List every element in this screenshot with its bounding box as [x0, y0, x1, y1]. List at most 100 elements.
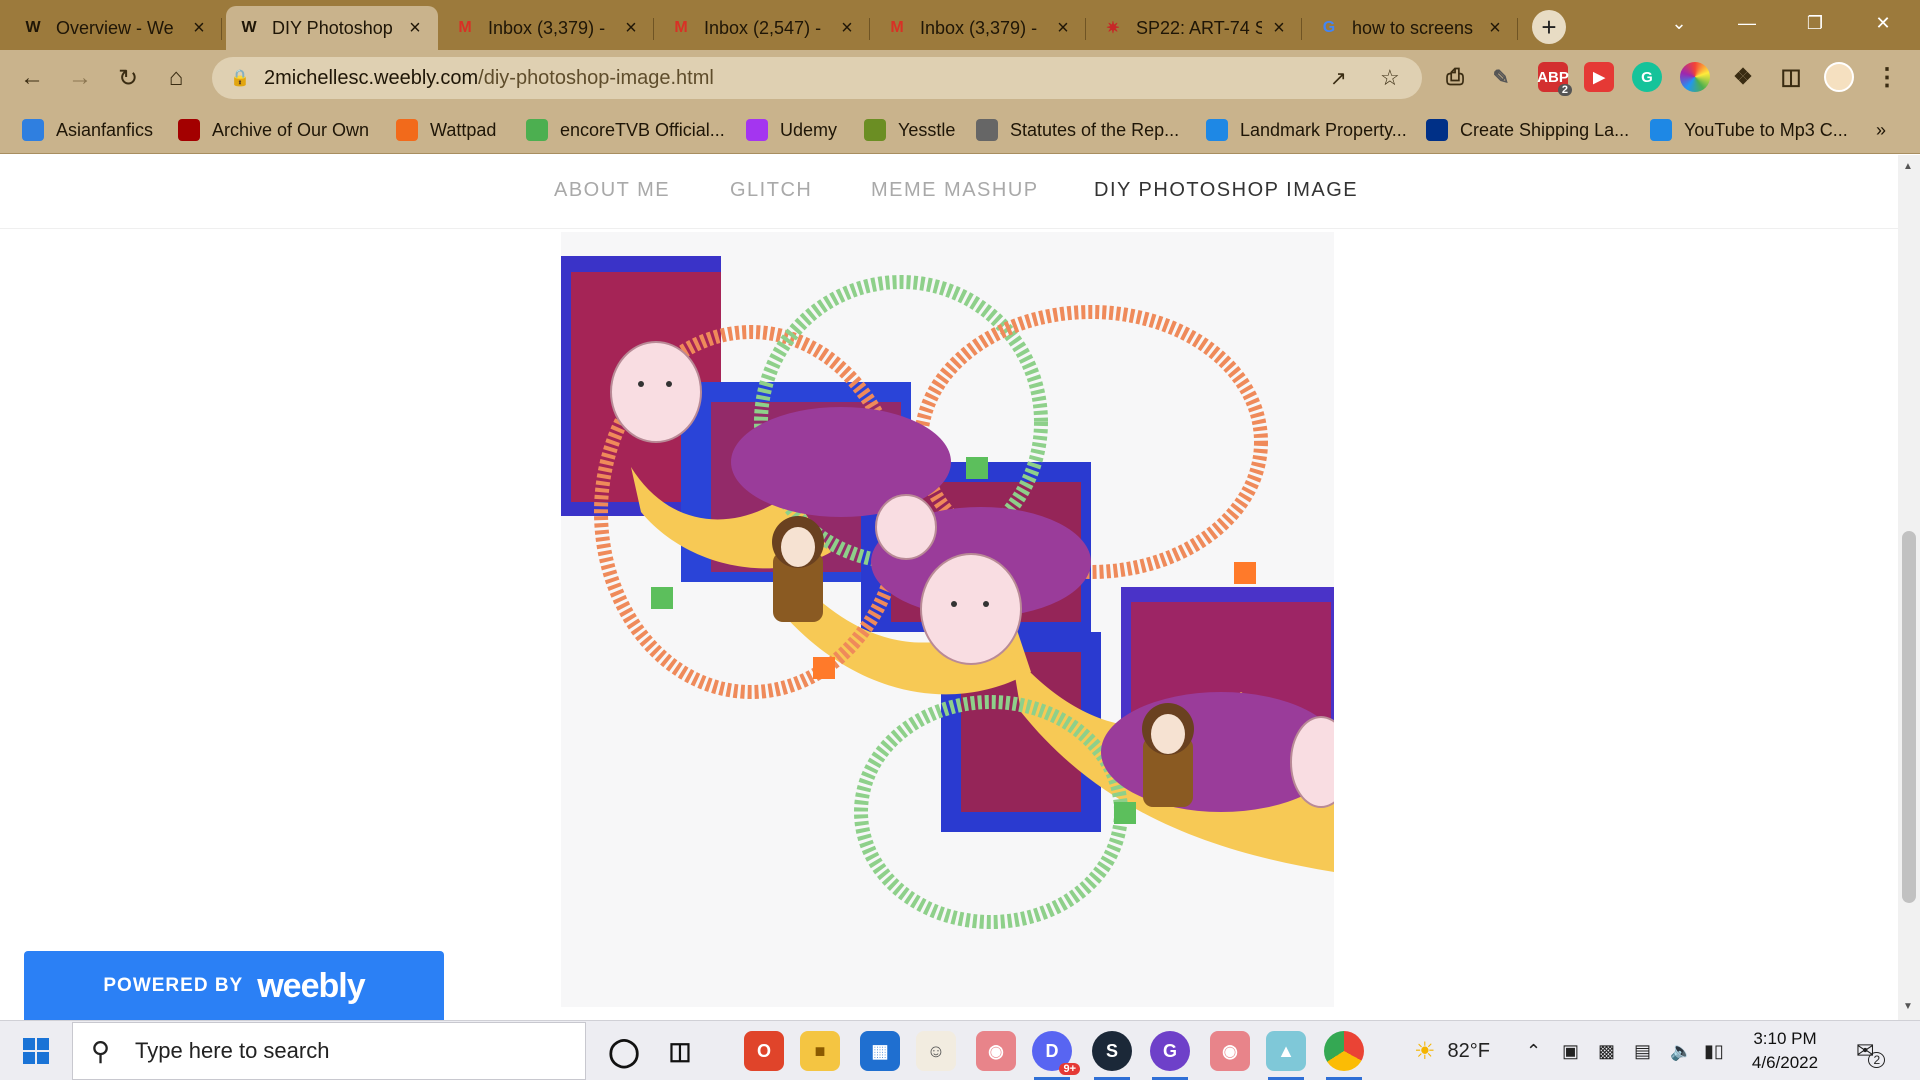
chevrons-icon: » — [1876, 119, 1887, 140]
minimize-button[interactable]: — — [1724, 8, 1770, 38]
browser-tab[interactable]: M Inbox (2,547) - × — [658, 6, 870, 50]
clock[interactable]: 3:10 PM 4/6/2022 — [1730, 1027, 1840, 1075]
download-icon — [1650, 119, 1672, 141]
site-nav-about-me[interactable]: ABOUT ME — [554, 179, 670, 202]
close-icon[interactable]: × — [1268, 17, 1290, 40]
grammarly-icon[interactable]: G — [1632, 62, 1662, 92]
tab-title: how to screens — [1352, 17, 1474, 38]
home-icon[interactable]: ⌂ — [160, 62, 192, 94]
cortana-icon[interactable]: ◯ — [604, 1031, 644, 1071]
browser-tab[interactable]: M Inbox (3,379) - × — [874, 6, 1086, 50]
color-picker-icon[interactable] — [1680, 62, 1710, 92]
close-icon[interactable]: × — [1052, 17, 1074, 40]
bookmark-item[interactable]: YouTube to Mp3 C... — [1650, 116, 1848, 144]
browser-tab[interactable]: W DIY Photoshop × — [226, 6, 438, 50]
scrollbar-thumb[interactable] — [1902, 531, 1916, 903]
app-icon-blue[interactable]: ▲ — [1266, 1031, 1306, 1071]
weather-widget[interactable]: ☀ 82°F — [1414, 1021, 1490, 1081]
puzzle-icon[interactable]: ❖ — [1728, 62, 1758, 92]
close-icon[interactable]: × — [620, 17, 642, 40]
side-panel-icon[interactable]: ◫ — [1776, 62, 1806, 92]
task-view-icon[interactable]: ◫ — [660, 1031, 700, 1071]
bookmark-star-icon[interactable]: ☆ — [1380, 65, 1410, 91]
bookmark-item[interactable]: Archive of Our Own — [178, 116, 369, 144]
browser-tab[interactable]: M Inbox (3,379) - × — [442, 6, 654, 50]
close-window-button[interactable]: ✕ — [1860, 8, 1906, 38]
reload-icon[interactable]: ↻ — [112, 62, 144, 94]
app-icon-pink-2[interactable]: ◉ — [1210, 1031, 1250, 1071]
tab-title: Inbox (3,379) - — [920, 17, 1038, 38]
site-nav-diy-photoshop-image[interactable]: DIY PHOTOSHOP IMAGE — [1094, 179, 1358, 202]
tab-title: DIY Photoshop — [272, 17, 393, 38]
close-icon[interactable]: × — [404, 17, 426, 40]
powered-by-weebly-banner[interactable]: POWERED BY weebly — [24, 951, 444, 1020]
windows-taskbar: ⚲ Type here to search ◯ ◫ O ■ ▦ ☺ ◉ D 9+ … — [0, 1020, 1920, 1080]
scroll-down-arrow-icon[interactable]: ▼ — [1903, 1001, 1913, 1012]
notifications-icon[interactable]: ✉ 2 — [1856, 1021, 1886, 1081]
browser-tab[interactable]: ✷ SP22: ART-74 S × — [1090, 6, 1302, 50]
scroll-up-arrow-icon[interactable]: ▲ — [1903, 161, 1913, 172]
bookmark-item[interactable]: Landmark Property... — [1206, 116, 1407, 144]
office-icon[interactable]: O — [744, 1031, 784, 1071]
network-icon[interactable]: ▤ — [1634, 1021, 1651, 1081]
steam-icon[interactable]: S — [1092, 1031, 1132, 1071]
profile-avatar[interactable] — [1824, 62, 1854, 92]
asianfanfics-icon — [22, 119, 44, 141]
globe-icon — [976, 119, 998, 141]
app-avatar-icon[interactable]: ☺ — [916, 1031, 956, 1071]
tab-strip: W Overview - We × W DIY Photoshop × M Inbox (3,… — [0, 0, 1920, 50]
tab-separator — [221, 18, 222, 40]
web-page: ABOUT ME GLITCH MEME MASHUP DIY PHOTOSHOP I… — [0, 155, 1898, 1020]
page-scrollbar[interactable]: ▲ ▼ — [1898, 155, 1920, 1020]
tray-overflow-icon[interactable]: ⌃ — [1526, 1021, 1541, 1081]
bookmark-item[interactable]: encoreTVB Official... — [526, 116, 725, 144]
tab-title: SP22: ART-74 S — [1136, 17, 1262, 38]
adblock-icon[interactable]: ABP 2 — [1537, 62, 1572, 96]
site-nav-meme-mashup[interactable]: MEME MASHUP — [871, 179, 1039, 202]
close-icon[interactable]: × — [188, 17, 210, 40]
discord-icon[interactable]: D 9+ — [1032, 1031, 1080, 1075]
battery-icon[interactable]: ▮▯ — [1704, 1021, 1724, 1081]
url-host: 2michellesc.weebly.com — [264, 66, 479, 89]
url-text[interactable]: 2michellesc.weebly.com/diy-photoshop-ima… — [264, 67, 1330, 90]
bookmark-label: Yesstle — [898, 119, 956, 140]
sun-cloud-icon: ☀ — [1414, 1037, 1436, 1065]
taskbar-search[interactable]: ⚲ Type here to search — [72, 1022, 586, 1080]
close-icon[interactable]: × — [836, 17, 858, 40]
zotero-icon[interactable]: ✎ — [1486, 62, 1516, 92]
bookmark-item[interactable]: Wattpad — [396, 116, 496, 144]
browser-tab[interactable]: Ghow to screens × — [1306, 6, 1518, 50]
browser-tab[interactable]: W Overview - We × — [10, 6, 222, 50]
github-icon[interactable]: G — [1150, 1031, 1190, 1071]
bookmark-item[interactable]: Yesstle — [864, 116, 955, 144]
ao3-icon — [178, 119, 200, 141]
microsoft-store-icon[interactable]: ▦ — [860, 1031, 900, 1071]
file-explorer-icon[interactable]: ■ — [800, 1031, 840, 1071]
menu-icon[interactable]: ⋮ — [1872, 62, 1902, 92]
video-ext-icon[interactable]: ▶ — [1584, 62, 1614, 92]
new-tab-button[interactable]: + — [1532, 10, 1566, 44]
address-bar[interactable]: 🔒 2michellesc.weebly.com/diy-photoshop-i… — [212, 57, 1422, 99]
share-icon[interactable]: ↗ — [1330, 66, 1360, 91]
app-icon-pink[interactable]: ◉ — [976, 1031, 1016, 1071]
restore-button[interactable]: ❐ — [1792, 8, 1838, 38]
bookmark-item[interactable]: Statutes of the Rep... — [976, 116, 1179, 144]
lock-icon: 🔒 — [230, 70, 250, 87]
meet-now-icon[interactable]: ▣ — [1562, 1021, 1579, 1081]
tab-separator — [1517, 18, 1518, 40]
volume-icon[interactable]: 🔈 — [1670, 1021, 1692, 1081]
bookmark-item[interactable]: Create Shipping La... — [1426, 116, 1629, 144]
display-icon[interactable]: ▩ — [1598, 1021, 1615, 1081]
forward-icon[interactable]: → — [64, 62, 96, 94]
start-button[interactable] — [0, 1021, 72, 1081]
site-nav-glitch[interactable]: GLITCH — [730, 179, 812, 202]
tab-search-icon[interactable]: ⌄ — [1656, 8, 1702, 38]
bookmarks-overflow-button[interactable]: » — [1876, 116, 1886, 144]
close-icon[interactable]: × — [1484, 17, 1506, 40]
print-icon[interactable]: ⎙ — [1440, 62, 1470, 92]
tab-separator — [1301, 18, 1302, 40]
chrome-icon[interactable] — [1324, 1031, 1364, 1071]
bookmark-item[interactable]: Udemy — [746, 116, 837, 144]
back-icon[interactable]: ← — [16, 62, 48, 94]
bookmark-item[interactable]: Asianfanfics — [22, 116, 153, 144]
